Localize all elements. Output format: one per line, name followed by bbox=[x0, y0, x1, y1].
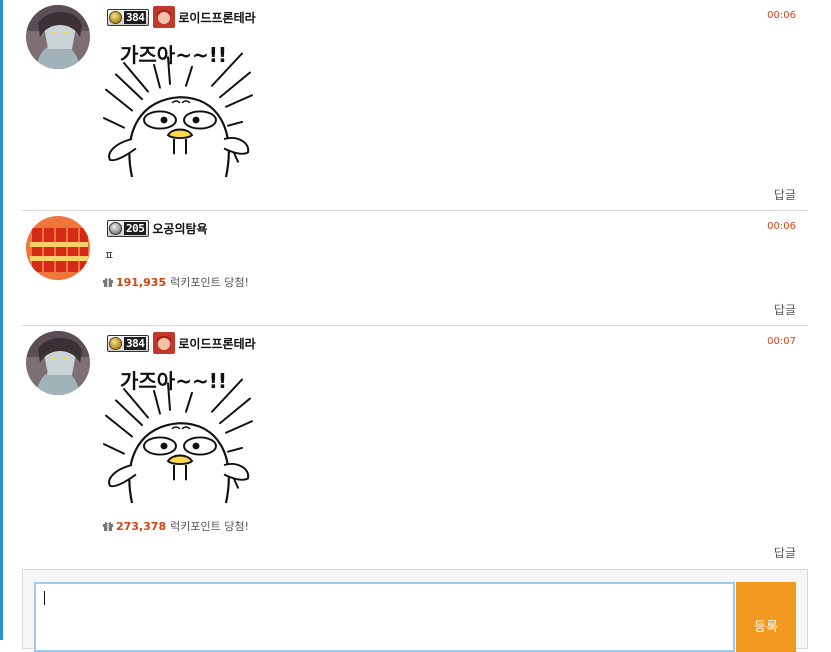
comment-item: 384 로이드프론테라 00:06 가즈아~~!! 답글 bbox=[22, 0, 808, 211]
nickname[interactable]: 로이드프론테라 bbox=[178, 9, 255, 26]
text-caret bbox=[44, 591, 45, 605]
level-badge: 205 bbox=[107, 219, 150, 237]
reply-button[interactable]: 답글 bbox=[774, 301, 796, 318]
avatar[interactable] bbox=[26, 331, 90, 395]
nickname[interactable]: 오공의탐욕 bbox=[152, 220, 207, 237]
comment-item: 384 로이드프론테라 00:07 가즈아~~!! 273,378 럭키포인트 … bbox=[22, 326, 808, 566]
comment-meta: 205 오공의탐욕 bbox=[107, 218, 208, 238]
level-badge: 384 bbox=[107, 8, 150, 26]
character-portrait bbox=[153, 6, 176, 28]
comment-editor: 등록 bbox=[22, 569, 808, 652]
comment-time: 00:06 bbox=[767, 10, 796, 21]
reply-button[interactable]: 답글 bbox=[774, 186, 796, 203]
sticker-caption: 가즈아~~!! bbox=[120, 43, 227, 67]
sticker-image: 가즈아~~!! bbox=[102, 366, 254, 510]
comment-input-wrap bbox=[34, 582, 735, 652]
sticker-image: 가즈아~~!! bbox=[102, 40, 254, 184]
comment-meta: 384 로이드프론테라 bbox=[107, 6, 256, 28]
level-badge: 384 bbox=[107, 334, 150, 352]
lucky-points: 191,935 bbox=[116, 275, 167, 289]
avatar[interactable] bbox=[26, 216, 90, 280]
level-medal-icon bbox=[109, 336, 122, 350]
gift-icon bbox=[103, 278, 113, 287]
lucky-points: 273,378 bbox=[116, 519, 167, 533]
character-portrait bbox=[153, 332, 176, 354]
nickname[interactable]: 로이드프론테라 bbox=[178, 335, 255, 352]
reply-button[interactable]: 답글 bbox=[774, 544, 796, 561]
level-medal-icon bbox=[109, 10, 122, 24]
comment-input[interactable] bbox=[34, 582, 735, 652]
gift-icon bbox=[103, 522, 113, 531]
level-number: 384 bbox=[124, 10, 147, 24]
left-edge-bar bbox=[0, 0, 3, 640]
level-medal-icon bbox=[109, 221, 122, 235]
level-number: 384 bbox=[124, 336, 147, 350]
lucky-point-notice: 191,935 럭키포인트 당첨! bbox=[102, 274, 249, 290]
level-number: 205 bbox=[124, 221, 147, 235]
submit-button[interactable]: 등록 bbox=[736, 582, 796, 652]
avatar[interactable] bbox=[26, 5, 90, 69]
lucky-label: 럭키포인트 당첨! bbox=[170, 520, 249, 533]
comment-meta: 384 로이드프론테라 bbox=[107, 332, 256, 354]
comment-time: 00:07 bbox=[767, 336, 796, 347]
lucky-point-notice: 273,378 럭키포인트 당첨! bbox=[102, 518, 249, 534]
sticker-caption: 가즈아~~!! bbox=[120, 369, 227, 393]
comment-item: 205 오공의탐욕 00:06 ㅍ 191,935 럭키포인트 당첨! 답글 bbox=[22, 211, 808, 326]
comment-text: ㅍ bbox=[104, 249, 115, 262]
lucky-label: 럭키포인트 당첨! bbox=[170, 276, 249, 289]
comment-time: 00:06 bbox=[767, 221, 796, 232]
